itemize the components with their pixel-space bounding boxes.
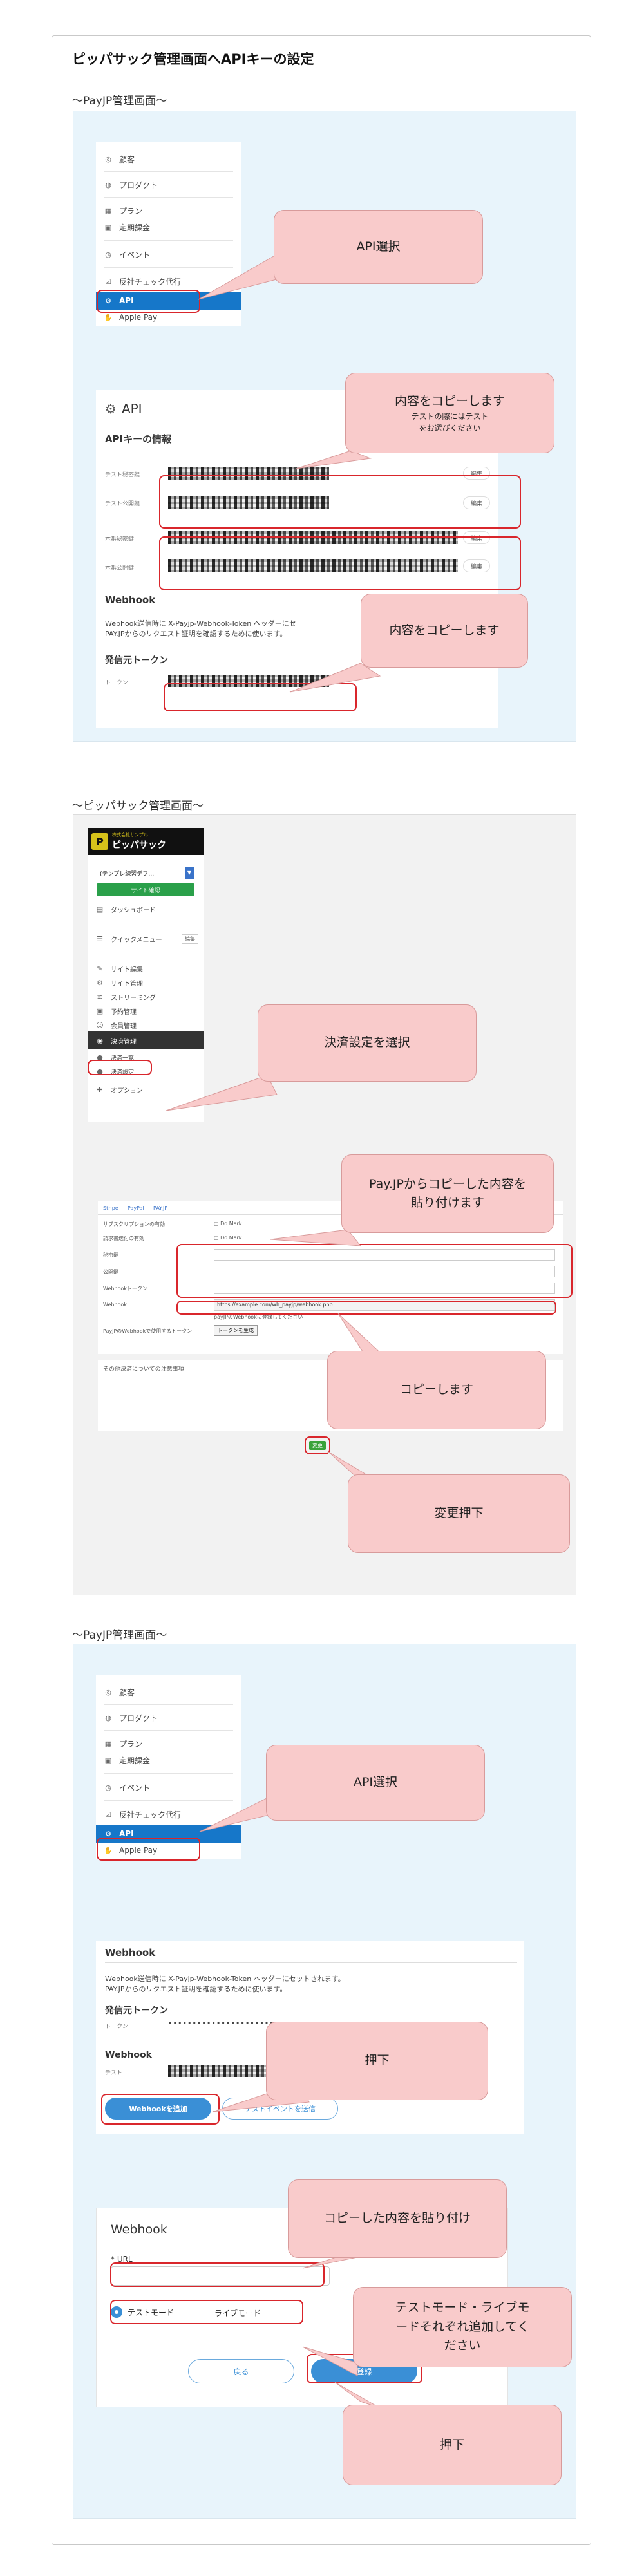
bubble-press-1: 押下 <box>266 2022 488 2100</box>
bubble-copy-3: コピーします <box>327 1351 546 1429</box>
bubble-copy-1: 内容をコピーします テストの際にはテスト をお選びください <box>345 373 554 453</box>
tail-payment-select <box>166 1075 278 1111</box>
bubble-api-select-1: API選択 <box>274 210 483 284</box>
tail-copy-2 <box>289 663 381 693</box>
bubble-modes: テストモード・ライブモ ードそれぞれ追加してく ださい <box>353 2287 572 2367</box>
tail-modes <box>302 2346 358 2376</box>
bubble-paste-copied: コピーした内容を貼り付け <box>288 2179 507 2258</box>
bubble-payment-select: 決済設定を選択 <box>258 1004 477 1082</box>
bubble-press-2: 押下 <box>343 2405 562 2485</box>
bubble-copy-2: 内容をコピーします <box>361 594 528 668</box>
bubble-paste: Pay.JPからコピーした内容を 貼り付けます <box>341 1154 554 1233</box>
bubble-change: 変更押下 <box>348 1474 570 1553</box>
tail-press-2 <box>334 2382 381 2409</box>
bubble-api-select-2: API選択 <box>266 1745 485 1821</box>
tail-copy-1 <box>296 450 372 469</box>
